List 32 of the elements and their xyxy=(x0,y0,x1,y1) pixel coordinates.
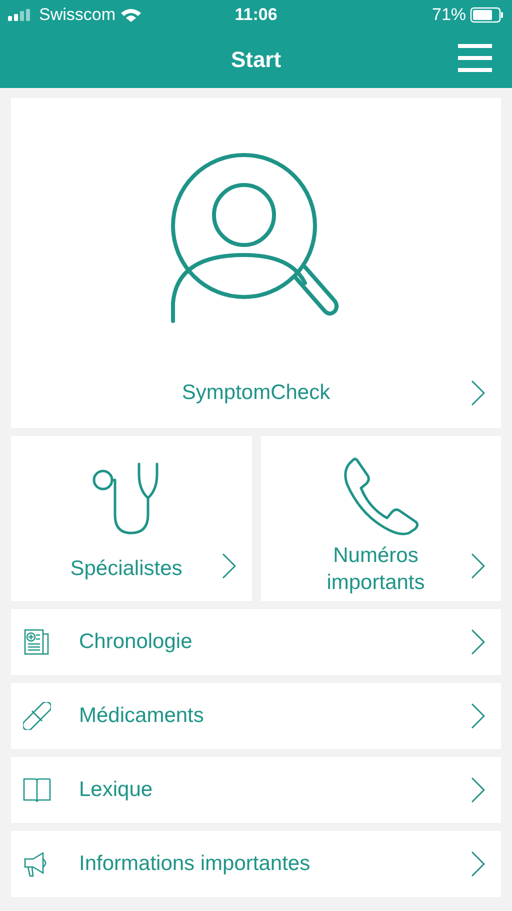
pill-icon xyxy=(23,702,51,730)
menu-row[interactable]: Informations importantes xyxy=(11,831,501,897)
chevron-right-icon xyxy=(471,380,485,406)
person-search-icon xyxy=(171,153,341,325)
tile-label: Numéros importants xyxy=(326,542,426,596)
menu-row[interactable]: Chronologie xyxy=(11,609,501,675)
chevron-right-icon xyxy=(471,703,485,729)
menu-label: Informations importantes xyxy=(79,851,312,878)
clock-time: 11:06 xyxy=(234,4,278,26)
symptom-check-card[interactable]: SymptomCheck xyxy=(11,98,501,428)
wifi-icon xyxy=(120,8,141,22)
newspaper-icon xyxy=(24,628,50,656)
page-title: Start xyxy=(230,46,282,74)
menu-label: Chronologie xyxy=(79,629,194,656)
chevron-right-icon xyxy=(222,553,236,579)
menu-row[interactable]: Médicaments xyxy=(11,683,501,749)
menu-row[interactable]: Lexique xyxy=(11,757,501,823)
feature-tile[interactable]: Spécialistes xyxy=(11,436,252,601)
menu-label: Lexique xyxy=(79,777,154,804)
carrier-name: Swisscom xyxy=(39,4,116,26)
chevron-right-icon xyxy=(471,629,485,655)
battery-percent: 71% xyxy=(432,4,466,26)
chevron-right-icon xyxy=(471,851,485,877)
symptom-check-label: SymptomCheck xyxy=(182,380,330,406)
menu-label: Médicaments xyxy=(79,703,205,730)
chevron-right-icon xyxy=(471,553,485,579)
tile-label: Spécialistes xyxy=(69,556,184,582)
feature-tile[interactable]: Numéros importants xyxy=(260,436,501,601)
book-icon xyxy=(23,777,51,803)
menu-button[interactable] xyxy=(458,44,492,72)
battery-icon xyxy=(470,7,504,23)
chevron-right-icon xyxy=(471,777,485,803)
